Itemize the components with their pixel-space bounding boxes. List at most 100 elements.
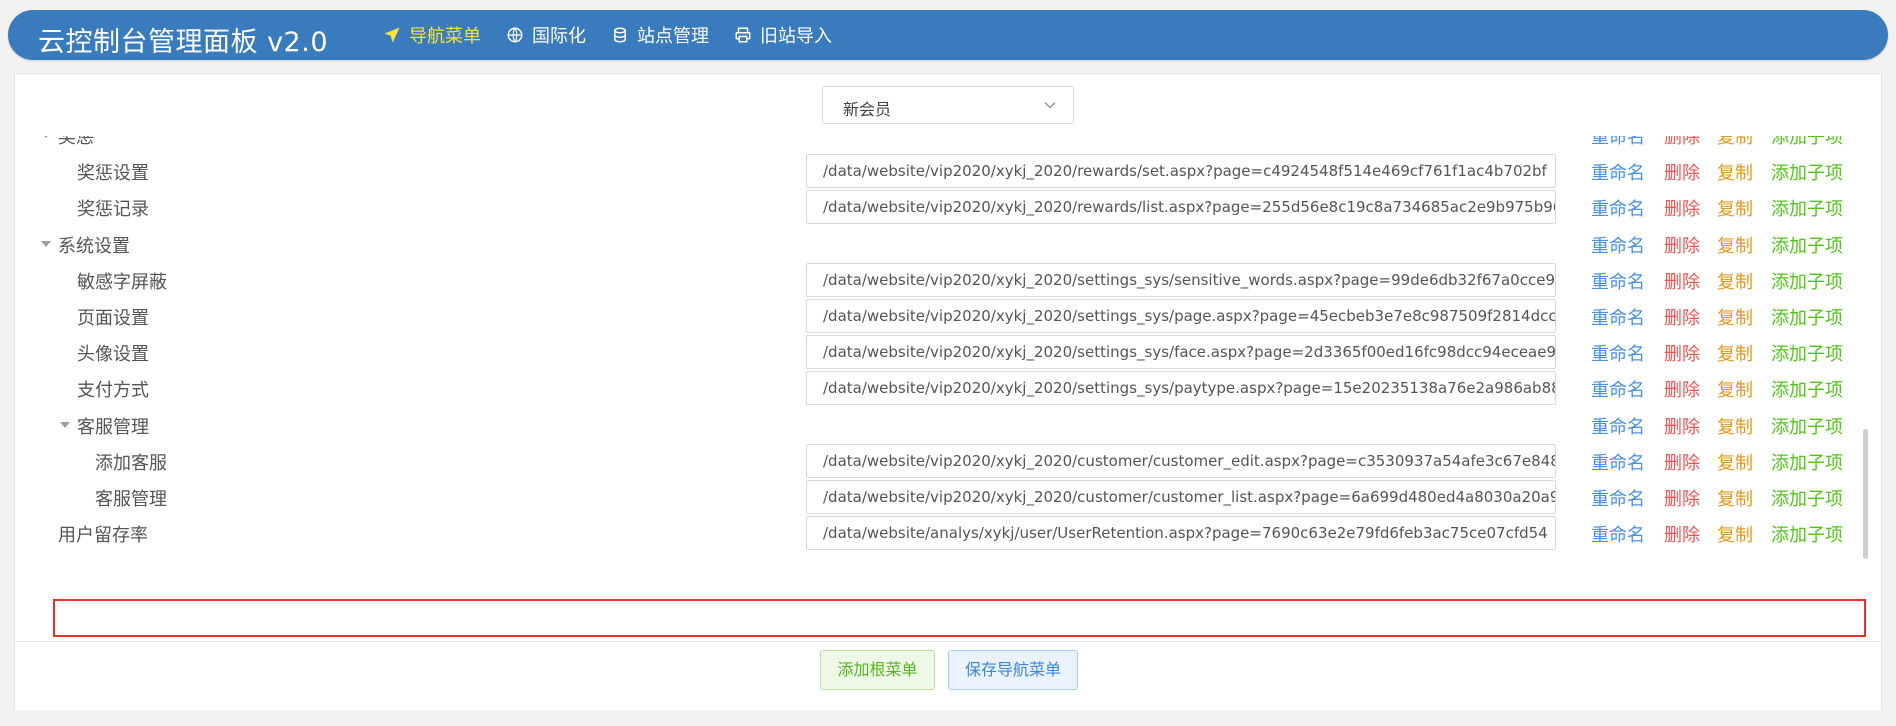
- add-child-link[interactable]: 添加子项: [1771, 485, 1843, 511]
- nav-item-import[interactable]: 旧站导入: [734, 22, 832, 48]
- rename-link[interactable]: 重命名: [1591, 340, 1645, 366]
- copy-link[interactable]: 复制: [1717, 521, 1753, 547]
- tree-node-label[interactable]: 敏感字屏蔽: [77, 268, 167, 294]
- tree-node-label[interactable]: 客服管理: [77, 413, 149, 439]
- copy-link[interactable]: 复制: [1717, 485, 1753, 511]
- copy-link[interactable]: 复制: [1717, 136, 1753, 149]
- caret-down-icon[interactable]: [41, 241, 51, 247]
- rename-link[interactable]: 重命名: [1591, 304, 1645, 330]
- url-input[interactable]: /data/website/vip2020/xykj_2020/settings…: [806, 335, 1556, 369]
- rename-link[interactable]: 重命名: [1591, 195, 1645, 221]
- tree-node-label[interactable]: 头像设置: [77, 340, 149, 366]
- copy-link[interactable]: 复制: [1717, 159, 1753, 185]
- url-input[interactable]: /data/website/vip2020/xykj_2020/rewards/…: [806, 154, 1556, 188]
- delete-link[interactable]: 删除: [1664, 232, 1700, 258]
- url-input[interactable]: /data/website/vip2020/xykj_2020/rewards/…: [806, 190, 1556, 224]
- add-child-link[interactable]: 添加子项: [1771, 449, 1843, 475]
- copy-link[interactable]: 复制: [1717, 268, 1753, 294]
- delete-link[interactable]: 删除: [1664, 268, 1700, 294]
- site-select-value: 新会员: [843, 100, 892, 119]
- save-menu-button[interactable]: 保存导航菜单: [948, 650, 1078, 690]
- add-child-link[interactable]: 添加子项: [1771, 304, 1843, 330]
- printer-icon: [735, 27, 751, 43]
- tree-node: 添加客服 /data/website/vip2020/xykj_2020/cus…: [15, 443, 1881, 479]
- url-input[interactable]: /data/website/vip2020/xykj_2020/settings…: [806, 371, 1556, 405]
- copy-link[interactable]: 复制: [1717, 376, 1753, 402]
- delete-link[interactable]: 删除: [1664, 449, 1700, 475]
- site-select[interactable]: 新会员: [822, 86, 1074, 124]
- tree-node-label[interactable]: 添加客服: [95, 449, 167, 475]
- tree-node-label[interactable]: 用户留存率: [58, 521, 148, 547]
- rename-link[interactable]: 重命名: [1591, 485, 1645, 511]
- tree-node: 敏感字屏蔽 /data/website/vip2020/xykj_2020/se…: [15, 262, 1881, 298]
- tree-node-label[interactable]: 奖惩: [58, 136, 94, 149]
- tree-node-label[interactable]: 支付方式: [77, 376, 149, 402]
- rename-link[interactable]: 重命名: [1591, 136, 1645, 149]
- tree-node-group: 系统设置 重命名 删除 复制 添加子项: [15, 226, 1881, 262]
- copy-link[interactable]: 复制: [1717, 232, 1753, 258]
- delete-link[interactable]: 删除: [1664, 340, 1700, 366]
- add-child-link[interactable]: 添加子项: [1771, 413, 1843, 439]
- delete-link[interactable]: 删除: [1664, 376, 1700, 402]
- copy-link[interactable]: 复制: [1717, 304, 1753, 330]
- rename-link[interactable]: 重命名: [1591, 521, 1645, 547]
- nav-item-menu[interactable]: 导航菜单: [383, 22, 481, 48]
- footer-actions: 添加根菜单 保存导航菜单: [15, 641, 1881, 710]
- main-nav: 导航菜单 国际化 站点管理 旧站导入: [383, 22, 857, 48]
- nav-item-sites[interactable]: 站点管理: [611, 22, 709, 48]
- rename-link[interactable]: 重命名: [1591, 449, 1645, 475]
- tree-node-label[interactable]: 客服管理: [95, 485, 167, 511]
- tree-node-label[interactable]: 奖惩记录: [77, 195, 149, 221]
- delete-link[interactable]: 删除: [1664, 304, 1700, 330]
- caret-down-icon[interactable]: [41, 136, 51, 138]
- add-child-link[interactable]: 添加子项: [1771, 136, 1843, 149]
- add-root-menu-button[interactable]: 添加根菜单: [820, 650, 935, 690]
- nav-item-label: 导航菜单: [409, 26, 481, 47]
- nav-item-label: 国际化: [532, 26, 586, 47]
- delete-link[interactable]: 删除: [1664, 413, 1700, 439]
- copy-link[interactable]: 复制: [1717, 195, 1753, 221]
- chevron-down-icon: [1044, 101, 1056, 109]
- url-input[interactable]: /data/website/vip2020/xykj_2020/customer…: [806, 480, 1556, 514]
- globe-icon: [507, 27, 523, 43]
- delete-link[interactable]: 删除: [1664, 485, 1700, 511]
- app-title: 云控制台管理面板 v2.0: [38, 27, 328, 58]
- add-child-link[interactable]: 添加子项: [1771, 340, 1843, 366]
- add-child-link[interactable]: 添加子项: [1771, 232, 1843, 258]
- rename-link[interactable]: 重命名: [1591, 232, 1645, 258]
- delete-link[interactable]: 删除: [1664, 136, 1700, 149]
- add-child-link[interactable]: 添加子项: [1771, 159, 1843, 185]
- tree-node: 奖惩记录 /data/website/vip2020/xykj_2020/rew…: [15, 189, 1881, 225]
- add-child-link[interactable]: 添加子项: [1771, 521, 1843, 547]
- delete-link[interactable]: 删除: [1664, 521, 1700, 547]
- tree-node-group: 奖惩 重命名 删除 复制 添加子项: [15, 136, 1881, 153]
- add-child-link[interactable]: 添加子项: [1771, 376, 1843, 402]
- menu-editor-panel: 新会员 奖惩 重命名 删除 复制 添加子项 奖惩设置 /data/website…: [14, 73, 1882, 710]
- url-input[interactable]: /data/website/analys/xykj/user/UserReten…: [806, 516, 1556, 550]
- url-input[interactable]: /data/website/vip2020/xykj_2020/settings…: [806, 263, 1556, 297]
- tree-node-selected: 用户留存率 /data/website/analys/xykj/user/Use…: [15, 515, 1881, 551]
- delete-link[interactable]: 删除: [1664, 195, 1700, 221]
- nav-item-i18n[interactable]: 国际化: [506, 22, 586, 48]
- url-input[interactable]: /data/website/vip2020/xykj_2020/settings…: [806, 299, 1556, 333]
- tree-node-label[interactable]: 奖惩设置: [77, 159, 149, 185]
- tree-node: 客服管理 /data/website/vip2020/xykj_2020/cus…: [15, 479, 1881, 515]
- rename-link[interactable]: 重命名: [1591, 159, 1645, 185]
- rename-link[interactable]: 重命名: [1591, 268, 1645, 294]
- rename-link[interactable]: 重命名: [1591, 376, 1645, 402]
- rename-link[interactable]: 重命名: [1591, 413, 1645, 439]
- tree-node: 支付方式 /data/website/vip2020/xykj_2020/set…: [15, 370, 1881, 406]
- add-child-link[interactable]: 添加子项: [1771, 195, 1843, 221]
- copy-link[interactable]: 复制: [1717, 413, 1753, 439]
- nav-item-label: 旧站导入: [760, 26, 832, 47]
- tree-node-label[interactable]: 系统设置: [58, 232, 130, 258]
- delete-link[interactable]: 删除: [1664, 159, 1700, 185]
- caret-down-icon[interactable]: [60, 422, 70, 428]
- url-input[interactable]: /data/website/vip2020/xykj_2020/customer…: [806, 444, 1556, 478]
- add-child-link[interactable]: 添加子项: [1771, 268, 1843, 294]
- tree-node-label[interactable]: 页面设置: [77, 304, 149, 330]
- copy-link[interactable]: 复制: [1717, 449, 1753, 475]
- scrollbar[interactable]: [1863, 429, 1868, 559]
- copy-link[interactable]: 复制: [1717, 340, 1753, 366]
- tree-node: 奖惩设置 /data/website/vip2020/xykj_2020/rew…: [15, 153, 1881, 189]
